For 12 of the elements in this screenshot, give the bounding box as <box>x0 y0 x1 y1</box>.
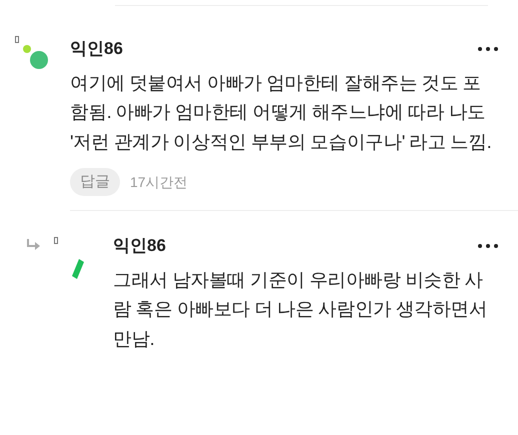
more-icon[interactable] <box>478 244 498 248</box>
reply-button[interactable]: 답글 <box>70 168 120 196</box>
author-name: 익인86 <box>70 38 123 60</box>
more-icon[interactable] <box>478 46 498 51</box>
avatar <box>72 259 84 279</box>
reply-arrow-icon <box>26 239 40 251</box>
square-icon <box>54 237 58 244</box>
comment-text: 그래서 남자볼때 기준이 우리아빠랑 비슷한 사람 혹은 아빠보다 더 나은 사람인가 생각하면서 만남. <box>113 268 488 350</box>
author-name: 익인86 <box>113 235 166 257</box>
comment-text: 여기에 덧붙여서 아빠가 엄마한테 잘해주는 것도 포함됨. 아빠가 엄마한테 어떻게 해주느냐에 따라 나도 '저런 관계가 이상적인 부부의 모습이구나' 라고 느낌. <box>70 70 492 154</box>
timestamp: 17시간전 <box>130 172 188 192</box>
square-icon <box>15 36 19 43</box>
